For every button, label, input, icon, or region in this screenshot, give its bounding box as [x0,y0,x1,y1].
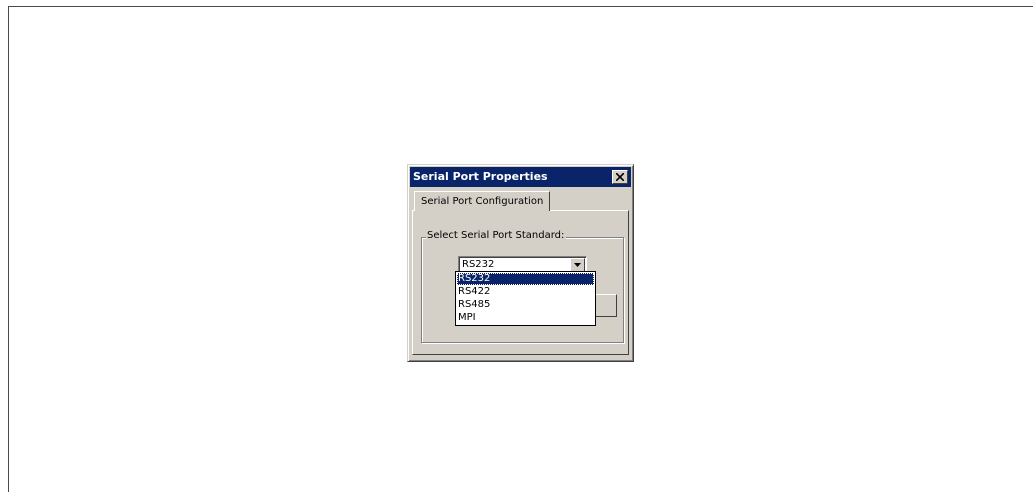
tab-serial-port-configuration[interactable]: Serial Port Configuration [414,191,551,211]
close-button[interactable] [612,170,628,184]
title-bar[interactable]: Serial Port Properties [410,167,631,187]
group-label: Select Serial Port Standard: [426,230,567,241]
dropdown-option-rs422[interactable]: RS422 [457,286,594,298]
dialog-title: Serial Port Properties [413,170,548,183]
serial-port-properties-dialog: Serial Port Properties Serial Port Confi… [407,164,634,362]
chevron-down-icon [574,263,581,267]
dropdown-option-rs485[interactable]: RS485 [457,299,594,311]
dropdown-option-rs232[interactable]: RS232 [457,273,594,285]
combo-value: RS232 [462,259,495,270]
close-icon [616,173,624,181]
serial-port-standard-dropdown-list: RS232 RS422 RS485 MPI [455,271,596,326]
dropdown-option-mpi[interactable]: MPI [457,312,594,324]
